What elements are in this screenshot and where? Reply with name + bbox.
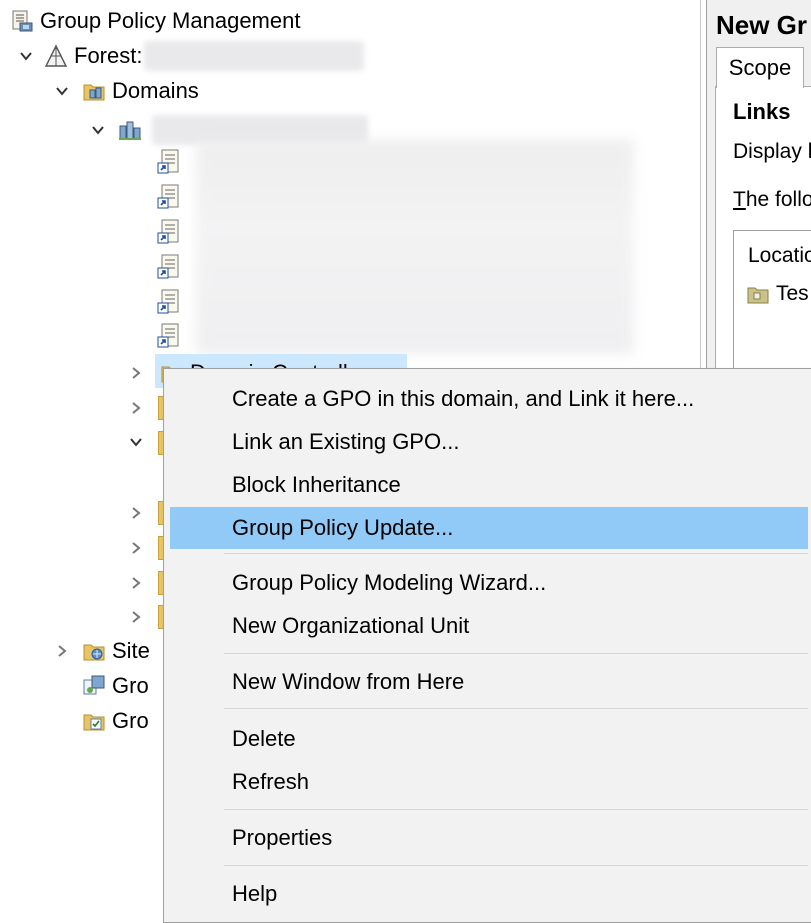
following-sites-label: The follo — [733, 188, 811, 212]
menu-separator — [224, 653, 808, 654]
gpo-link-icon[interactable] — [156, 183, 184, 211]
tree-item-domains[interactable]: Domains — [52, 74, 199, 108]
menu-item-group-policy-modeling-wizard[interactable]: Group Policy Modeling Wizard... — [170, 562, 808, 604]
location-name: Tes — [776, 282, 809, 305]
gpo-link-icon[interactable] — [156, 322, 184, 350]
menu-item-group-policy-update[interactable]: Group Policy Update... — [170, 507, 808, 549]
tree-item-label: Site — [112, 638, 150, 663]
menu-separator — [224, 553, 808, 554]
tree-item-sites[interactable]: Site — [52, 634, 150, 668]
tree-item-group-policy-modeling[interactable]: Gro — [82, 669, 149, 703]
group-policy-modeling-icon — [83, 675, 105, 695]
tree-item-label: Domains — [112, 78, 199, 103]
menu-item-link-existing-gpo[interactable]: Link an Existing GPO... — [170, 421, 808, 463]
ou-link-icon — [747, 287, 769, 304]
links-heading: Links — [733, 99, 791, 124]
links-list-row[interactable]: Tes — [746, 282, 809, 306]
group-policy-management-icon — [12, 10, 33, 32]
chevron-right-icon[interactable] — [126, 538, 146, 558]
domains-folder-icon — [83, 84, 105, 101]
access-key-letter: T — [733, 188, 746, 211]
menu-item-new-window-from-here[interactable]: New Window from Here — [170, 661, 808, 703]
group-policy-results-icon — [83, 714, 105, 731]
menu-separator — [224, 809, 808, 810]
domain-icon — [119, 121, 141, 140]
following-label-text: he follo — [745, 188, 811, 211]
gpo-link-icon[interactable] — [156, 148, 184, 176]
gpo-link-icon[interactable] — [156, 218, 184, 246]
display-links-label: Display li — [733, 140, 811, 163]
menu-item-create-gpo[interactable]: Create a GPO in this domain, and Link it… — [170, 378, 808, 420]
chevron-right-icon[interactable] — [126, 503, 146, 523]
chevron-down-icon[interactable] — [88, 120, 108, 140]
tree-item-label: Group Policy Management — [40, 8, 301, 33]
menu-item-help[interactable]: Help — [170, 873, 808, 915]
column-header-location[interactable]: Locatio — [748, 244, 811, 268]
sites-icon — [83, 644, 105, 661]
chevron-right-icon[interactable] — [52, 641, 72, 661]
menu-item-refresh[interactable]: Refresh — [170, 761, 808, 803]
redacted-forest-name — [144, 41, 365, 71]
chevron-right-icon[interactable] — [126, 363, 146, 383]
context-menu: Create a GPO in this domain, and Link it… — [163, 368, 811, 923]
tab-scope[interactable]: Scope — [716, 47, 804, 88]
gpo-link-icon[interactable] — [156, 288, 184, 316]
tree-item-label: Gro — [112, 673, 149, 698]
chevron-right-icon[interactable] — [126, 607, 146, 627]
gpo-link-icon[interactable] — [156, 253, 184, 281]
menu-item-new-organizational-unit[interactable]: New Organizational Unit — [170, 605, 808, 647]
chevron-right-icon[interactable] — [126, 573, 146, 593]
tree-item-forest[interactable]: Forest: — [16, 39, 365, 73]
menu-separator — [224, 708, 808, 709]
menu-separator — [224, 865, 808, 866]
menu-item-delete[interactable]: Delete — [170, 718, 808, 760]
chevron-down-icon[interactable] — [126, 432, 146, 452]
tree-item-group-policy-results[interactable]: Gro — [82, 704, 149, 738]
forest-icon — [44, 44, 68, 67]
gpo-title: New Gr — [716, 10, 808, 40]
menu-item-block-inheritance[interactable]: Block Inheritance — [170, 464, 808, 506]
tree-item-label: Gro — [112, 708, 149, 733]
tree-item-label: Forest: — [74, 43, 143, 68]
chevron-right-icon[interactable] — [126, 398, 146, 418]
menu-item-properties[interactable]: Properties — [170, 817, 808, 859]
redacted-gpo-names — [196, 140, 634, 354]
chevron-down-icon[interactable] — [52, 81, 72, 101]
tree-item-group-policy-management[interactable]: Group Policy Management — [10, 4, 300, 38]
chevron-down-icon[interactable] — [16, 46, 36, 66]
